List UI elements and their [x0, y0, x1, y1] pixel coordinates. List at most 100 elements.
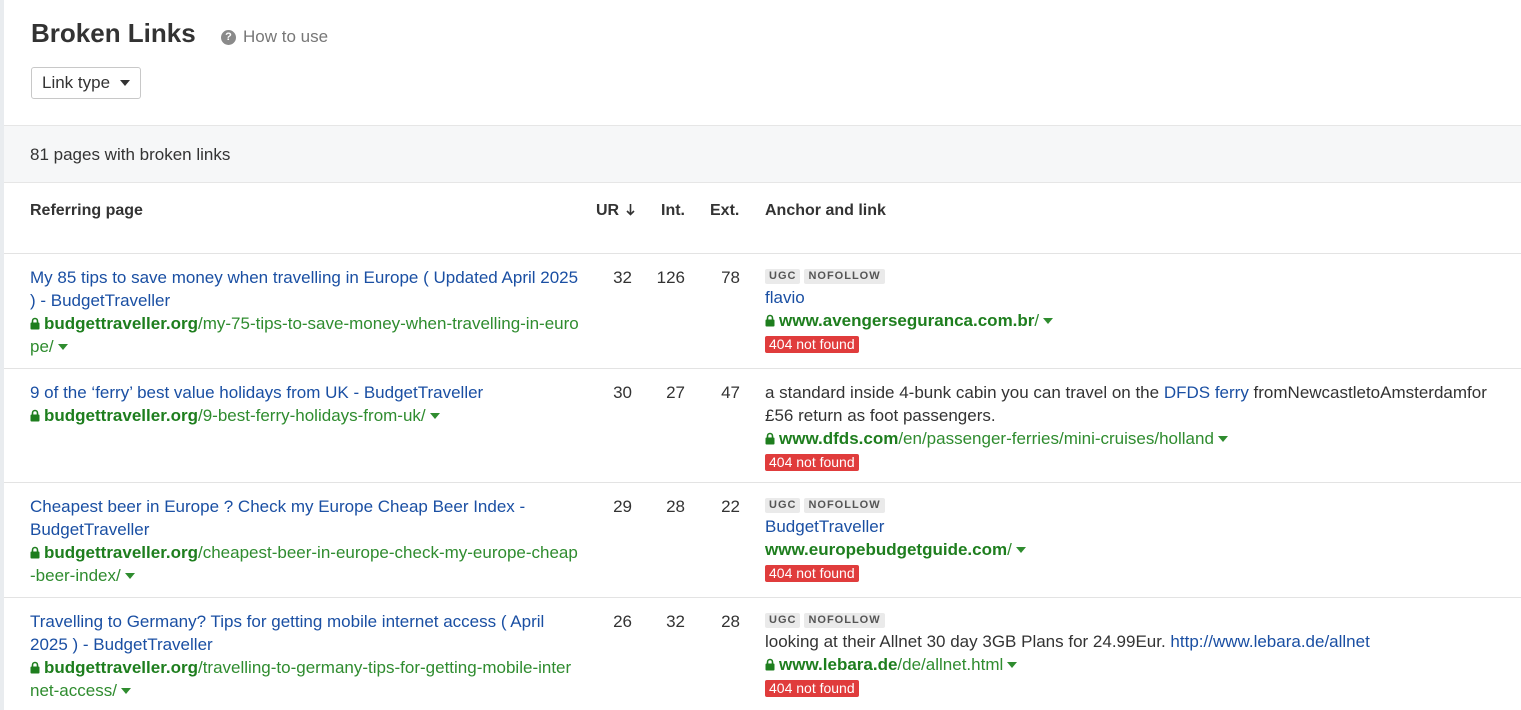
- int-value[interactable]: 126: [645, 268, 685, 288]
- nofollow-tag: NOFOLLOW: [804, 612, 885, 628]
- caret-down-icon[interactable]: [57, 344, 68, 350]
- lock-icon: [765, 314, 775, 327]
- anchor-link[interactable]: http://www.lebara.de/allnet: [1170, 632, 1369, 651]
- broken-link-url[interactable]: www.dfds.com/en/passenger-ferries/mini-c…: [765, 427, 1515, 450]
- url-path: /en/passenger-ferries/mini-cruises/holla…: [898, 429, 1214, 448]
- column-header-int[interactable]: Int.: [661, 202, 685, 220]
- lock-icon: [30, 409, 40, 422]
- ugc-tag: UGC: [765, 268, 801, 284]
- column-header-referring-page[interactable]: Referring page: [30, 202, 143, 220]
- nofollow-tag: NOFOLLOW: [804, 268, 885, 284]
- lock-icon: [30, 317, 40, 330]
- url-domain: www.avengerseguranca.com.br: [779, 311, 1035, 330]
- anchor-and-link-cell: a standard inside 4-bunk cabin you can t…: [765, 381, 1515, 473]
- ext-value[interactable]: 22: [700, 497, 740, 517]
- referring-page-title[interactable]: Cheapest beer in Europe ? Check my Europ…: [30, 495, 580, 541]
- table-row: Cheapest beer in Europe ? Check my Europ…: [4, 483, 1521, 598]
- ur-value: 26: [613, 612, 632, 631]
- arrow-down-icon: [625, 204, 635, 216]
- link-tags: UGC NOFOLLOW: [765, 266, 1515, 286]
- int-value[interactable]: 27: [645, 383, 685, 403]
- page-header: Broken Links ? How to use Link type: [31, 0, 1511, 125]
- ext-value[interactable]: 28: [700, 612, 740, 632]
- anchor-context: looking at their Allnet 30 day 3GB Plans…: [765, 630, 1515, 653]
- caret-down-icon[interactable]: [1007, 662, 1018, 668]
- anchor-text-before: a standard inside 4-bunk cabin you can t…: [765, 383, 1164, 402]
- broken-link-url[interactable]: www.lebara.de/de/allnet.html: [765, 653, 1515, 676]
- results-summary-bar: 81 pages with broken links: [4, 125, 1521, 183]
- lock-icon: [765, 432, 775, 445]
- url-domain: www.europebudgetguide.com: [765, 540, 1008, 559]
- broken-link-url[interactable]: www.europebudgetguide.com/: [765, 538, 1515, 561]
- status-badge: 404 not found: [765, 454, 859, 471]
- caret-down-icon: [120, 80, 131, 86]
- broken-link-url[interactable]: www.avengerseguranca.com.br/: [765, 309, 1515, 332]
- caret-down-icon[interactable]: [120, 688, 131, 694]
- url-path: /: [1034, 311, 1040, 330]
- ugc-tag: UGC: [765, 612, 801, 628]
- anchor-text-before: looking at their Allnet 30 day 3GB Plans…: [765, 632, 1171, 651]
- link-tags: UGC NOFOLLOW: [765, 495, 1515, 515]
- lock-icon: [30, 661, 40, 674]
- caret-down-icon[interactable]: [1217, 436, 1228, 442]
- referring-page-title[interactable]: 9 of the ‘ferry’ best value holidays fro…: [30, 381, 580, 404]
- referring-page-cell: 9 of the ‘ferry’ best value holidays fro…: [30, 381, 580, 427]
- page-title: Broken Links: [31, 18, 196, 48]
- caret-down-icon[interactable]: [1043, 318, 1054, 324]
- url-path: /: [1007, 540, 1012, 559]
- table-row: 9 of the ‘ferry’ best value holidays fro…: [4, 369, 1521, 483]
- anchor-link[interactable]: DFDS ferry: [1164, 383, 1249, 402]
- nofollow-tag: NOFOLLOW: [804, 497, 885, 513]
- link-tags: UGC NOFOLLOW: [765, 610, 1515, 630]
- int-value[interactable]: 32: [645, 612, 685, 632]
- referring-page-cell: My 85 tips to save money when travelling…: [30, 266, 580, 358]
- anchor-text[interactable]: BudgetTraveller: [765, 515, 1515, 538]
- link-type-dropdown[interactable]: Link type: [31, 67, 142, 99]
- url-domain: budgettraveller.org: [44, 543, 198, 562]
- status-badge: 404 not found: [765, 336, 859, 353]
- how-to-use-label: How to use: [243, 27, 329, 46]
- question-icon: ?: [221, 29, 236, 45]
- referring-page-cell: Cheapest beer in Europe ? Check my Europ…: [30, 495, 580, 587]
- url-domain: budgettraveller.org: [44, 314, 198, 333]
- lock-icon: [765, 658, 775, 671]
- url-domain: budgettraveller.org: [44, 658, 198, 677]
- url-domain: budgettraveller.org: [44, 406, 198, 425]
- caret-down-icon[interactable]: [1015, 547, 1026, 553]
- column-header-ur[interactable]: UR: [596, 202, 635, 220]
- referring-page-title[interactable]: My 85 tips to save money when travelling…: [30, 266, 580, 312]
- caret-down-icon[interactable]: [429, 413, 440, 419]
- referring-page-title[interactable]: Travelling to Germany? Tips for getting …: [30, 610, 580, 656]
- url-path: /9-best-ferry-holidays-from-uk/: [197, 406, 426, 425]
- anchor-and-link-cell: UGC NOFOLLOW looking at their Allnet 30 …: [765, 610, 1515, 699]
- results-count: 81 pages with broken links: [30, 145, 231, 164]
- table-header: Referring page UR Int. Ext. Anchor and l…: [4, 182, 1521, 254]
- status-badge: 404 not found: [765, 565, 859, 582]
- link-type-label: Link type: [42, 73, 111, 92]
- referring-page-url[interactable]: budgettraveller.org/9-best-ferry-holiday…: [30, 404, 580, 427]
- referring-page-url[interactable]: budgettraveller.org/cheapest-beer-in-eur…: [30, 541, 580, 587]
- column-header-ext[interactable]: Ext.: [710, 202, 739, 220]
- ur-value: 30: [613, 383, 632, 402]
- ugc-tag: UGC: [765, 497, 801, 513]
- ext-value[interactable]: 47: [700, 383, 740, 403]
- anchor-context: a standard inside 4-bunk cabin you can t…: [765, 381, 1515, 427]
- referring-page-url[interactable]: budgettraveller.org/travelling-to-german…: [30, 656, 580, 702]
- anchor-text[interactable]: flavio: [765, 286, 1515, 309]
- ur-value: 29: [613, 497, 632, 516]
- referring-page-url[interactable]: budgettraveller.org/my-75-tips-to-save-m…: [30, 312, 580, 358]
- url-domain: www.dfds.com: [779, 429, 899, 448]
- lock-icon: [30, 546, 40, 559]
- table-row: Travelling to Germany? Tips for getting …: [4, 598, 1521, 710]
- how-to-use-link[interactable]: ? How to use: [221, 27, 328, 47]
- status-badge: 404 not found: [765, 680, 859, 697]
- table-row: My 85 tips to save money when travelling…: [4, 254, 1521, 369]
- ext-value[interactable]: 78: [700, 268, 740, 288]
- caret-down-icon[interactable]: [124, 573, 135, 579]
- column-header-ur-label: UR: [596, 202, 620, 219]
- anchor-and-link-cell: UGC NOFOLLOW flavio www.avengerseguranca…: [765, 266, 1515, 355]
- int-value[interactable]: 28: [645, 497, 685, 517]
- url-path: /de/allnet.html: [897, 655, 1004, 674]
- url-domain: www.lebara.de: [779, 655, 898, 674]
- referring-page-cell: Travelling to Germany? Tips for getting …: [30, 610, 580, 702]
